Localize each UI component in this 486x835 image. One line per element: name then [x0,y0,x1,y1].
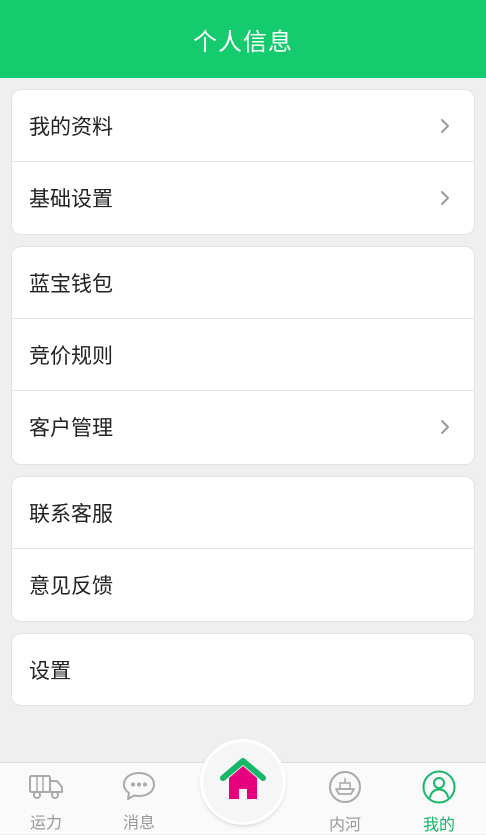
page-header: 个人信息 [0,0,486,78]
tab-inland-river[interactable]: 内河 [305,769,385,834]
home-button[interactable] [203,742,283,822]
truck-icon [28,769,64,803]
menu-item-wallet[interactable]: 蓝宝钱包 [12,247,474,319]
tab-label: 我的 [422,815,455,834]
menu-item-label: 基础设置 [29,187,113,211]
menu-item-label: 竞价规则 [29,343,113,368]
menu-item-label: 蓝宝钱包 [29,271,113,296]
menu-item-label: 客户管理 [29,416,113,440]
home-icon [220,758,266,806]
settings-group-business: 蓝宝钱包 竞价规则 客户管理 [11,246,475,465]
tab-mine[interactable]: 我的 [399,769,479,834]
menu-item-settings[interactable]: 设置 [12,634,474,705]
settings-group-settings: 设置 [11,633,475,706]
settings-group-support: 联系客服 意见反馈 [11,476,475,622]
chevron-right-icon [434,115,456,137]
ship-icon [327,769,363,805]
menu-item-my-profile[interactable]: 我的资料 [12,90,474,162]
menu-item-feedback[interactable]: 意见反馈 [12,549,474,621]
chevron-right-icon [434,187,456,209]
tab-label: 运力 [29,813,62,832]
settings-group-profile: 我的资料 基础设置 [11,89,475,235]
chat-bubble-icon [121,769,157,803]
menu-item-label: 意见反馈 [29,574,113,598]
menu-item-contact-support[interactable]: 联系客服 [12,477,474,549]
menu-item-label: 我的资料 [29,114,113,139]
user-icon [421,769,457,805]
tab-label: 消息 [122,813,155,832]
menu-item-label: 联系客服 [29,501,113,526]
chevron-right-icon [434,416,456,438]
page-title: 个人信息 [193,27,293,56]
menu-item-basic-settings[interactable]: 基础设置 [12,162,474,234]
tab-label: 内河 [328,815,361,834]
menu-item-bidding-rules[interactable]: 竞价规则 [12,319,474,391]
tab-messages[interactable]: 消息 [99,769,179,833]
menu-item-label: 设置 [29,659,71,683]
menu-item-customer-management[interactable]: 客户管理 [12,391,474,463]
tab-capacity[interactable]: 运力 [6,769,86,833]
